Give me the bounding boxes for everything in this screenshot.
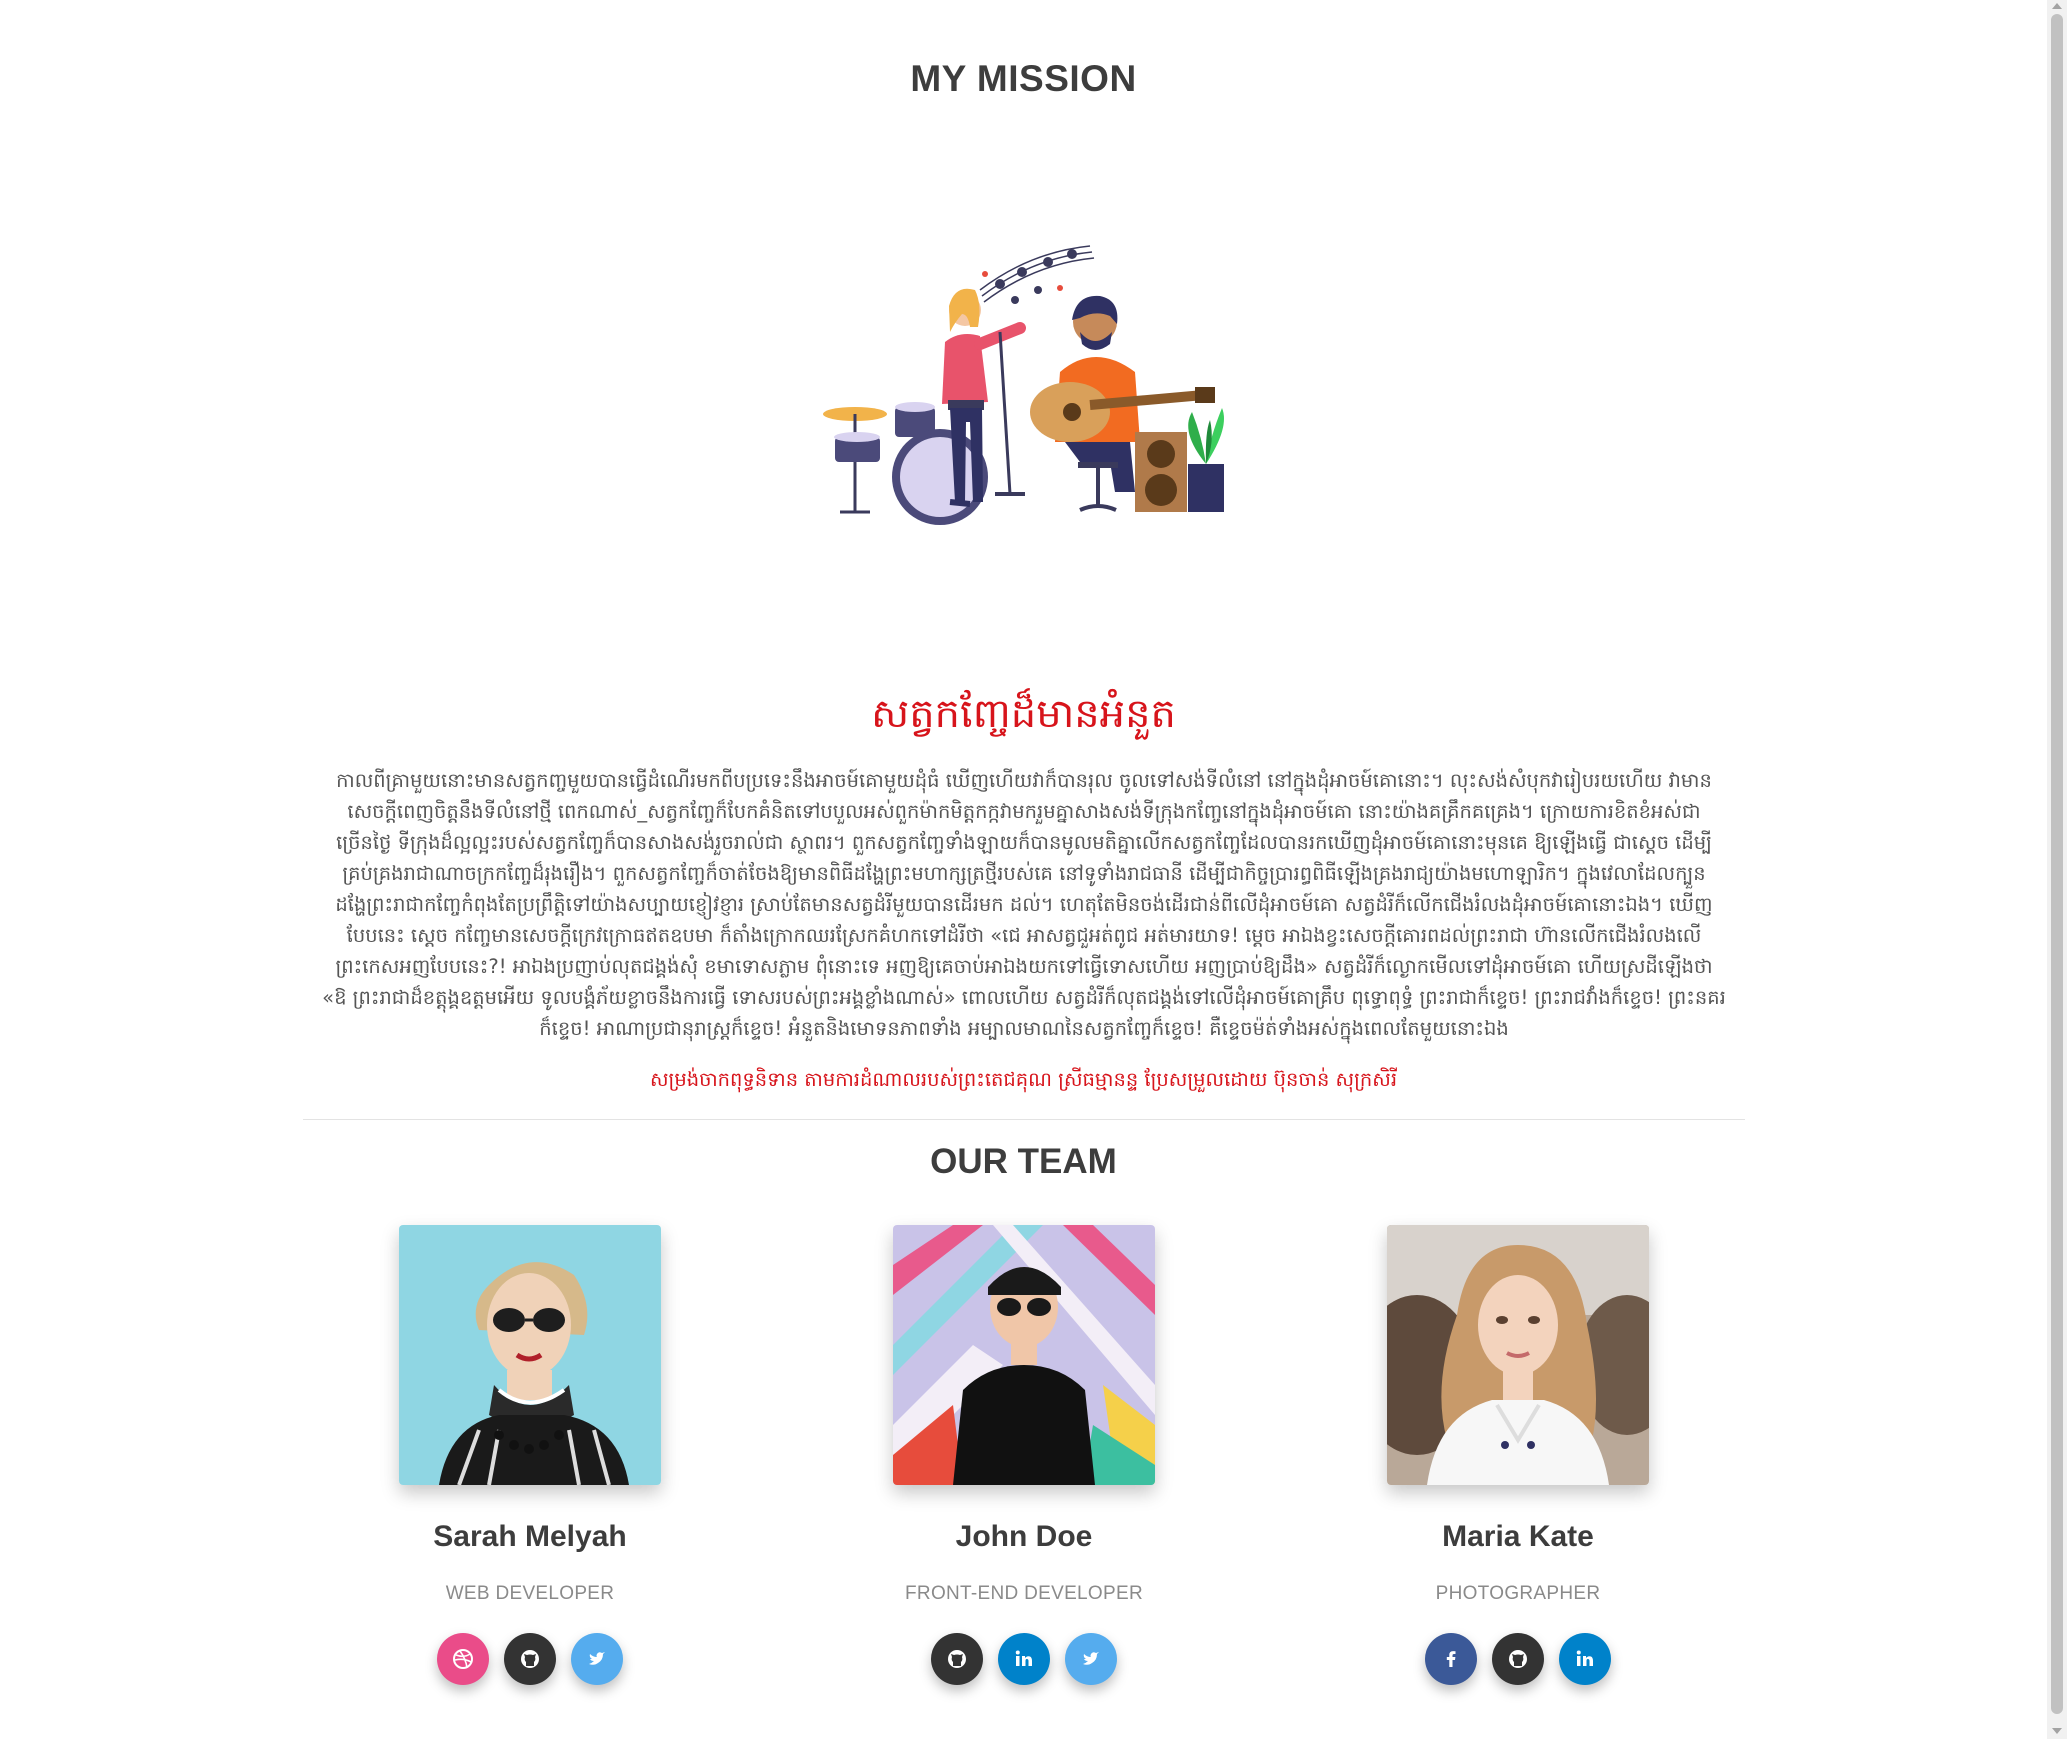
divider — [303, 1119, 1745, 1120]
team-member-name: Maria Kate — [1442, 1520, 1594, 1553]
story-title: សត្វកញ្ចែដ៏មានអំនួត — [871, 691, 1176, 737]
team-member-card: Sarah Melyah WEB DEVELOPER — [330, 1225, 730, 1685]
page: MY MISSION សត្វកញ្ចែដ៏មានអំនួត កាលពីគ្រា… — [0, 0, 2047, 1739]
team-member-role: FRONT-END DEVELOPER — [905, 1583, 1143, 1604]
story-source: សម្រង់ចាកពុទ្ធនិទាន តាមការដំណាលរបស់ព្រះត… — [649, 1068, 1398, 1091]
social-links — [330, 1633, 730, 1685]
team-member-name: John Doe — [955, 1520, 1093, 1553]
github-icon[interactable] — [504, 1633, 556, 1685]
team-title: OUR TEAM — [930, 1142, 1117, 1181]
github-icon[interactable] — [1492, 1633, 1544, 1685]
mission-title: MY MISSION — [910, 58, 1137, 99]
twitter-icon[interactable] — [571, 1633, 623, 1685]
team-member-card: Maria Kate PHOTOGRAPHER — [1318, 1225, 1718, 1685]
twitter-icon[interactable] — [1065, 1633, 1117, 1685]
scrollbar-thumb[interactable] — [2051, 14, 2063, 1714]
musicians-illustration — [810, 232, 1230, 532]
github-icon[interactable] — [931, 1633, 983, 1685]
social-links — [1318, 1633, 1718, 1685]
team-member-photo — [399, 1225, 661, 1485]
team-member-name: Sarah Melyah — [433, 1520, 627, 1553]
facebook-icon[interactable] — [1425, 1633, 1477, 1685]
story-body: កាលពីគ្រាមួយនោះមានសត្វកញ្ចមួយបានធ្វើដំណើ… — [322, 769, 1726, 1040]
dribbble-icon[interactable] — [437, 1633, 489, 1685]
team-member-photo — [1387, 1225, 1649, 1485]
team-member-photo — [893, 1225, 1155, 1485]
scroll-down-arrow-icon[interactable] — [2052, 1728, 2062, 1734]
team-member-role: WEB DEVELOPER — [445, 1583, 615, 1604]
scroll-up-arrow-icon[interactable] — [2052, 3, 2062, 9]
social-links — [824, 1633, 1224, 1685]
linkedin-icon[interactable] — [1559, 1633, 1611, 1685]
linkedin-icon[interactable] — [998, 1633, 1050, 1685]
team-member-card: John Doe FRONT-END DEVELOPER — [824, 1225, 1224, 1685]
vertical-scrollbar[interactable] — [2047, 0, 2067, 1739]
team-member-role: PHOTOGRAPHER — [1435, 1583, 1601, 1604]
